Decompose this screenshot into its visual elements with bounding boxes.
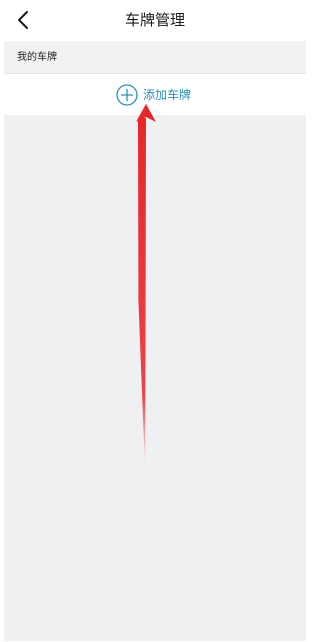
- section-label-my-plates: 我的车牌: [17, 52, 57, 63]
- plus-circle-icon: [116, 84, 138, 106]
- add-plate-button[interactable]: 添加车牌: [4, 74, 306, 115]
- add-plate-content: 添加车牌: [116, 84, 191, 106]
- section-header: 我的车牌: [4, 41, 306, 74]
- page-title: 车牌管理: [124, 11, 185, 29]
- plate-list-area: [4, 115, 306, 641]
- navigation-bar: 车牌管理: [0, 0, 310, 40]
- add-plate-label: 添加车牌: [143, 88, 192, 102]
